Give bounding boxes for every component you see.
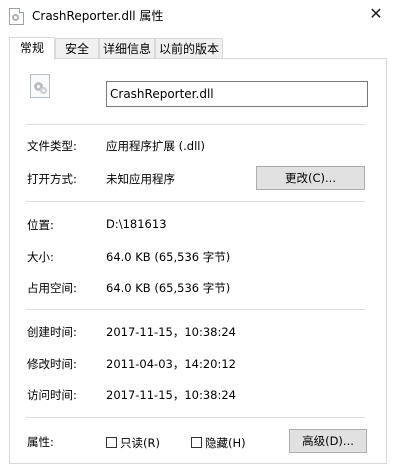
divider: [26, 417, 365, 418]
tab-general[interactable]: 常规: [9, 37, 55, 60]
change-button[interactable]: 更改(C)...: [256, 166, 365, 190]
file-type-label: 文件类型:: [27, 139, 77, 153]
size-value: 64.0 KB (65,536 字节): [106, 250, 231, 264]
modified-value: 2011-04-03，14:20:12: [106, 357, 236, 371]
hidden-checkbox[interactable]: [191, 437, 202, 448]
file-name-field[interactable]: [106, 81, 368, 107]
dll-file-icon: [30, 74, 50, 98]
location-label: 位置:: [27, 218, 54, 232]
title-bar: CrashReporter.dll 属性 ✕: [0, 0, 396, 30]
divider: [26, 201, 365, 202]
location-value: D:\181613: [106, 217, 167, 231]
window-title: CrashReporter.dll 属性: [32, 9, 164, 23]
readonly-checkbox[interactable]: [106, 437, 117, 448]
accessed-label: 访问时间:: [27, 388, 77, 402]
created-label: 创建时间:: [27, 325, 77, 339]
size-on-disk-label: 占用空间:: [27, 281, 77, 295]
divider: [26, 309, 365, 310]
tab-details[interactable]: 详细信息: [99, 38, 155, 58]
created-value: 2017-11-15，10:38:24: [106, 325, 236, 339]
attributes-label: 属性:: [27, 435, 54, 449]
tab-security[interactable]: 安全: [55, 38, 99, 58]
divider: [26, 124, 365, 125]
hidden-checkbox-label[interactable]: 隐藏(H): [205, 435, 246, 451]
tab-previous-versions[interactable]: 以前的版本: [155, 38, 223, 58]
size-on-disk-value: 64.0 KB (65,536 字节): [106, 281, 231, 295]
dll-file-icon: [9, 8, 24, 25]
opens-with-label: 打开方式:: [27, 172, 77, 186]
opens-with-value: 未知应用程序: [106, 172, 175, 186]
close-icon[interactable]: ✕: [362, 2, 390, 26]
size-label: 大小:: [27, 250, 54, 264]
modified-label: 修改时间:: [27, 357, 77, 371]
advanced-button[interactable]: 高级(D)...: [289, 429, 367, 453]
file-type-value: 应用程序扩展 (.dll): [106, 139, 205, 153]
tab-strip: 常规 安全 详细信息 以前的版本: [9, 37, 389, 60]
accessed-value: 2017-11-15，10:38:24: [106, 388, 236, 402]
readonly-checkbox-label[interactable]: 只读(R): [120, 435, 160, 451]
